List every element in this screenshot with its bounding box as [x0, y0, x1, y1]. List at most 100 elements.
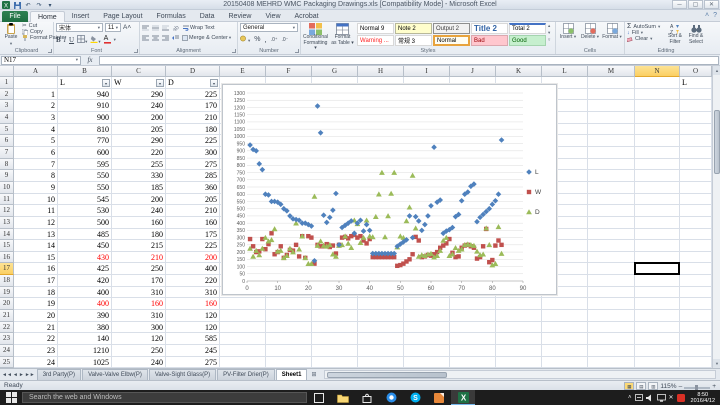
zoom-slider[interactable] [684, 387, 710, 389]
grid-cell-A5[interactable]: 4 [14, 124, 58, 136]
grid-cell-O6[interactable] [680, 135, 712, 147]
grid-cell-M24[interactable] [588, 345, 635, 357]
ribbon-tab-page-layout[interactable]: Page Layout [96, 11, 149, 22]
grid-cell-K24[interactable] [496, 345, 542, 357]
grid-cell-C16[interactable]: 210 [112, 252, 166, 264]
grid-cell-C4[interactable]: 200 [112, 112, 166, 124]
first-sheet-icon[interactable]: ◄◄ [2, 372, 12, 378]
ribbon-tab-home[interactable]: Home [30, 11, 65, 22]
grid-cell-L20[interactable] [542, 298, 588, 310]
grid-cell-N23[interactable] [635, 333, 680, 345]
grid-cell-O9[interactable] [680, 170, 712, 182]
grid-cell-A13[interactable]: 12 [14, 217, 58, 229]
grid-cell-O19[interactable] [680, 287, 712, 299]
grid-cell-O24[interactable] [680, 345, 712, 357]
row-header-19[interactable]: 19 [0, 287, 14, 299]
row-header-11[interactable]: 11 [0, 194, 14, 206]
grid-cell-C1[interactable]: W▾ [112, 77, 166, 89]
grid-cell-C2[interactable]: 290 [112, 89, 166, 101]
grid-cell-K21[interactable] [496, 310, 542, 322]
grid-cell-C11[interactable]: 200 [112, 194, 166, 206]
grow-font-button[interactable]: A˄ [123, 24, 131, 31]
grid-cell-O25[interactable] [680, 357, 712, 368]
grid-cell-A24[interactable]: 23 [14, 345, 58, 357]
redo-icon[interactable]: ↷ [35, 1, 43, 9]
grid-cell-L21[interactable] [542, 310, 588, 322]
grid-cell-O4[interactable] [680, 112, 712, 124]
phonetic-button[interactable]: ▾ [114, 37, 116, 43]
sheet-tab-sheet1[interactable]: Sheet1 [276, 369, 308, 380]
grid-cell-M5[interactable] [588, 124, 635, 136]
align-middle-icon[interactable] [152, 25, 159, 31]
grid-cell-B15[interactable]: 450 [58, 240, 112, 252]
file-tab[interactable]: File [2, 11, 28, 22]
help-icon[interactable]: ? [713, 12, 717, 19]
align-bottom-icon[interactable] [162, 25, 169, 31]
filter-dropdown-icon[interactable]: ▾ [210, 79, 218, 87]
grid-cell-C22[interactable]: 300 [112, 322, 166, 334]
grid-cell-G22[interactable] [312, 322, 358, 334]
grid-cell-J21[interactable] [450, 310, 496, 322]
bold-button[interactable]: B [56, 36, 61, 44]
ribbon-tab-acrobat[interactable]: Acrobat [288, 11, 326, 22]
name-box[interactable]: N17▾ [1, 56, 81, 65]
column-header-B[interactable]: B [58, 66, 112, 77]
grid-cell-O3[interactable] [680, 100, 712, 112]
grid-cell-M1[interactable] [588, 77, 635, 89]
grid-cell-C12[interactable]: 240 [112, 205, 166, 217]
number-dialog-launcher[interactable] [295, 49, 299, 53]
accounting-format-button[interactable]: ▾ [240, 35, 250, 44]
grid-cell-M14[interactable] [588, 229, 635, 241]
row-header-23[interactable]: 23 [0, 333, 14, 345]
grid-cell-C24[interactable]: 250 [112, 345, 166, 357]
grid-cell-D5[interactable]: 180 [166, 124, 220, 136]
grid-cell-F25[interactable] [266, 357, 312, 368]
grid-cell-B3[interactable]: 910 [58, 100, 112, 112]
red-app-tray-icon[interactable] [677, 394, 685, 402]
grid-cell-O11[interactable] [680, 194, 712, 206]
column-header-K[interactable]: K [496, 66, 542, 77]
column-header-O[interactable]: O [680, 66, 712, 77]
page-break-view-button[interactable]: ▥ [648, 382, 658, 390]
grid-cell-A15[interactable]: 14 [14, 240, 58, 252]
grid-cell-O8[interactable] [680, 159, 712, 171]
row-header-10[interactable]: 10 [0, 182, 14, 194]
start-button[interactable] [0, 390, 22, 405]
grid-cell-C23[interactable]: 120 [112, 333, 166, 345]
minimize-ribbon-icon[interactable]: ˄ [705, 12, 709, 19]
vertical-scrollbar[interactable]: ▲ ▼ [712, 66, 720, 368]
grid-cell-A2[interactable]: 1 [14, 89, 58, 101]
ribbon-tab-review[interactable]: Review [222, 11, 259, 22]
grid-cell-N13[interactable] [635, 217, 680, 229]
align-top-icon[interactable] [142, 25, 149, 31]
row-header-17[interactable]: 17 [0, 263, 14, 275]
clear-button[interactable]: Clear▾ [627, 36, 660, 42]
grid-cell-A4[interactable]: 3 [14, 112, 58, 124]
column-header-G[interactable]: G [312, 66, 358, 77]
grid-cell-A6[interactable]: 5 [14, 135, 58, 147]
grid-cell-B8[interactable]: 595 [58, 159, 112, 171]
grid-cell-M19[interactable] [588, 287, 635, 299]
grid-cell-N8[interactable] [635, 159, 680, 171]
grid-cell-B25[interactable]: 1025 [58, 357, 112, 368]
row-header-15[interactable]: 15 [0, 240, 14, 252]
store-button[interactable] [355, 390, 379, 405]
next-sheet-icon[interactable]: ► [19, 372, 24, 378]
grid-cell-A25[interactable]: 24 [14, 357, 58, 368]
grid-cell-H24[interactable] [358, 345, 404, 357]
grid-cell-M7[interactable] [588, 147, 635, 159]
grid-cell-J23[interactable] [450, 333, 496, 345]
grid-cell-M8[interactable] [588, 159, 635, 171]
paste-button[interactable]: Paste▾ [2, 23, 20, 46]
prev-sheet-icon[interactable]: ◄ [13, 372, 18, 378]
grid-cell-O17[interactable] [680, 263, 712, 275]
grid-cell-E23[interactable] [220, 333, 266, 345]
grid-cell-J20[interactable] [450, 298, 496, 310]
row-header-6[interactable]: 6 [0, 135, 14, 147]
grid-cell-A21[interactable]: 20 [14, 310, 58, 322]
grid-cell-N5[interactable] [635, 124, 680, 136]
column-header-A[interactable]: A [14, 66, 58, 77]
underline-button[interactable]: U [69, 36, 74, 44]
column-header-E[interactable]: E [220, 66, 266, 77]
grid-cell-M3[interactable] [588, 100, 635, 112]
